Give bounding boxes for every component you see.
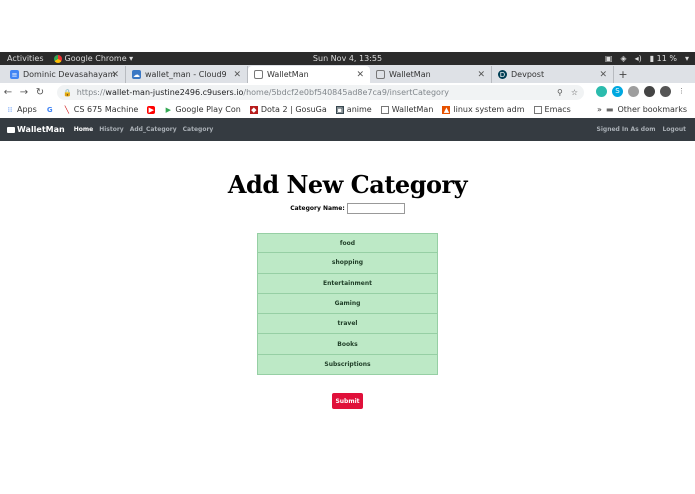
linux-icon: ▲ bbox=[442, 105, 451, 114]
address-bar[interactable]: 🔒 https://wallet-man-justine2496.c9users… bbox=[57, 85, 584, 100]
bookmarks-bar: ⁞⁞ Apps G ╲ CS 675 Machine ▶ ▶ Google Play … bbox=[0, 102, 695, 117]
system-clock[interactable]: Sun Nov 4, 13:55 bbox=[0, 54, 695, 63]
category-item-travel[interactable]: travel bbox=[257, 314, 438, 335]
category-list: food shopping Entertainment Gaming trave… bbox=[257, 233, 438, 376]
bookmark-google[interactable]: G bbox=[46, 106, 54, 114]
page-content: Add New Category Category Name: food sho… bbox=[0, 141, 695, 494]
nav-add-category[interactable]: Add_Category bbox=[130, 126, 177, 133]
submit-button[interactable]: Submit bbox=[332, 393, 363, 409]
page-icon bbox=[533, 105, 542, 114]
chevron-right-icon: » bbox=[596, 105, 602, 114]
close-icon[interactable]: ✕ bbox=[111, 70, 119, 80]
extension-icon[interactable] bbox=[628, 86, 639, 97]
bookmark-dota[interactable]: ◆ Dota 2 | GosuGa bbox=[249, 105, 327, 114]
brand-logo[interactable]: WalletMan bbox=[7, 125, 65, 134]
browser-toolbar: ← → ↻ 🔒 https://wallet-man-justine2496.c… bbox=[0, 83, 695, 102]
battery-indicator: ▮ 11 % bbox=[649, 54, 677, 63]
battery-icon: ▮ bbox=[649, 54, 655, 63]
bookmark-apps[interactable]: ⁞⁞ Apps bbox=[6, 105, 37, 114]
page-title: Add New Category bbox=[227, 170, 468, 199]
cs-icon: ╲ bbox=[64, 105, 69, 114]
nav-history[interactable]: History bbox=[99, 126, 124, 133]
category-item-gaming[interactable]: Gaming bbox=[257, 293, 438, 315]
extension-icon[interactable] bbox=[596, 86, 607, 97]
screen-icon: ▣ bbox=[604, 54, 613, 63]
play-icon: ▶ bbox=[165, 105, 171, 114]
power-menu-icon: ▾ bbox=[684, 54, 689, 63]
search-icon[interactable]: ⚲ bbox=[557, 88, 563, 97]
anime-icon: ▣ bbox=[335, 105, 344, 114]
apps-grid-icon: ⁞⁞ bbox=[7, 105, 13, 114]
youtube-icon: ▶ bbox=[147, 105, 156, 114]
category-name-row: Category Name: bbox=[0, 203, 695, 214]
tab-dominic[interactable]: ≡ Dominic Devasahayam ✕ bbox=[4, 66, 126, 83]
bookmark-linux[interactable]: ▲ linux system adm bbox=[442, 105, 525, 114]
category-name-label: Category Name: bbox=[290, 205, 345, 212]
folder-icon: ▬ bbox=[605, 105, 614, 114]
bookmark-star-icon[interactable]: ☆ bbox=[571, 88, 578, 97]
bookmark-walletman[interactable]: WalletMan bbox=[380, 105, 433, 114]
close-icon[interactable]: ✕ bbox=[477, 70, 485, 80]
bookmark-play-console[interactable]: ▶ Google Play Con bbox=[164, 105, 241, 114]
page-icon bbox=[376, 70, 385, 79]
skype-icon[interactable]: S bbox=[612, 86, 623, 97]
wallet-icon bbox=[7, 126, 15, 133]
profile-avatar[interactable] bbox=[660, 86, 671, 97]
tab-walletman-active[interactable]: WalletMan ✕ bbox=[248, 66, 370, 83]
close-icon[interactable]: ✕ bbox=[599, 70, 607, 80]
dota-icon: ◆ bbox=[249, 105, 258, 114]
app-navbar: WalletMan Home History Add_Category Cate… bbox=[0, 118, 695, 141]
signed-in-user: Signed In As dom bbox=[596, 126, 656, 133]
category-item-books[interactable]: Books bbox=[257, 334, 438, 355]
category-item-subscriptions[interactable]: Subscriptions bbox=[257, 354, 438, 376]
os-top-bar: Activities Google Chrome ▾ Sun Nov 4, 13… bbox=[0, 52, 695, 65]
other-bookmarks[interactable]: » ▬ Other bookmarks bbox=[597, 105, 687, 114]
top-blank-area bbox=[0, 0, 695, 52]
reload-icon[interactable]: ↻ bbox=[32, 87, 48, 98]
nav-home[interactable]: Home bbox=[74, 126, 93, 133]
tab-devpost[interactable]: D Devpost ✕ bbox=[492, 66, 614, 83]
category-item-food[interactable]: food bbox=[257, 233, 438, 254]
close-icon[interactable]: ✕ bbox=[233, 70, 241, 80]
tab-cloud9[interactable]: ☁ wallet_man - Cloud9 ✕ bbox=[126, 66, 248, 83]
cloud9-icon: ☁ bbox=[132, 70, 141, 79]
system-tray[interactable]: ▣ ◈ ◂) ▮ 11 % ▾ bbox=[605, 54, 689, 63]
forward-icon[interactable]: → bbox=[16, 87, 32, 98]
logout-link[interactable]: Logout bbox=[662, 126, 686, 133]
extension-icon[interactable] bbox=[644, 86, 655, 97]
extensions-area: S ⋮ bbox=[596, 86, 687, 97]
nav-category[interactable]: Category bbox=[183, 126, 214, 133]
lock-icon: 🔒 bbox=[63, 88, 72, 97]
bookmark-emacs[interactable]: Emacs bbox=[533, 105, 571, 114]
category-name-input[interactable] bbox=[346, 203, 405, 214]
volume-icon: ◂) bbox=[634, 54, 642, 63]
new-tab-button[interactable]: + bbox=[614, 66, 632, 83]
browser-tab-strip: ≡ Dominic Devasahayam ✕ ☁ wallet_man - C… bbox=[0, 65, 695, 83]
back-icon[interactable]: ← bbox=[0, 87, 16, 98]
docs-icon: ≡ bbox=[10, 70, 19, 79]
bookmark-anime[interactable]: ▣ anime bbox=[335, 105, 372, 114]
wifi-icon: ◈ bbox=[620, 54, 627, 63]
devpost-icon: D bbox=[498, 70, 507, 79]
category-item-entertainment[interactable]: Entertainment bbox=[257, 273, 438, 294]
bookmark-cs675[interactable]: ╲ CS 675 Machine bbox=[63, 105, 139, 114]
close-icon[interactable]: ✕ bbox=[356, 70, 364, 80]
google-icon: G bbox=[46, 105, 53, 114]
bookmark-youtube[interactable]: ▶ bbox=[147, 105, 156, 114]
tab-walletman[interactable]: WalletMan ✕ bbox=[370, 66, 492, 83]
page-icon bbox=[380, 105, 389, 114]
menu-kebab-icon[interactable]: ⋮ bbox=[676, 86, 687, 97]
category-item-shopping[interactable]: shopping bbox=[257, 253, 438, 274]
page-icon bbox=[254, 70, 263, 79]
